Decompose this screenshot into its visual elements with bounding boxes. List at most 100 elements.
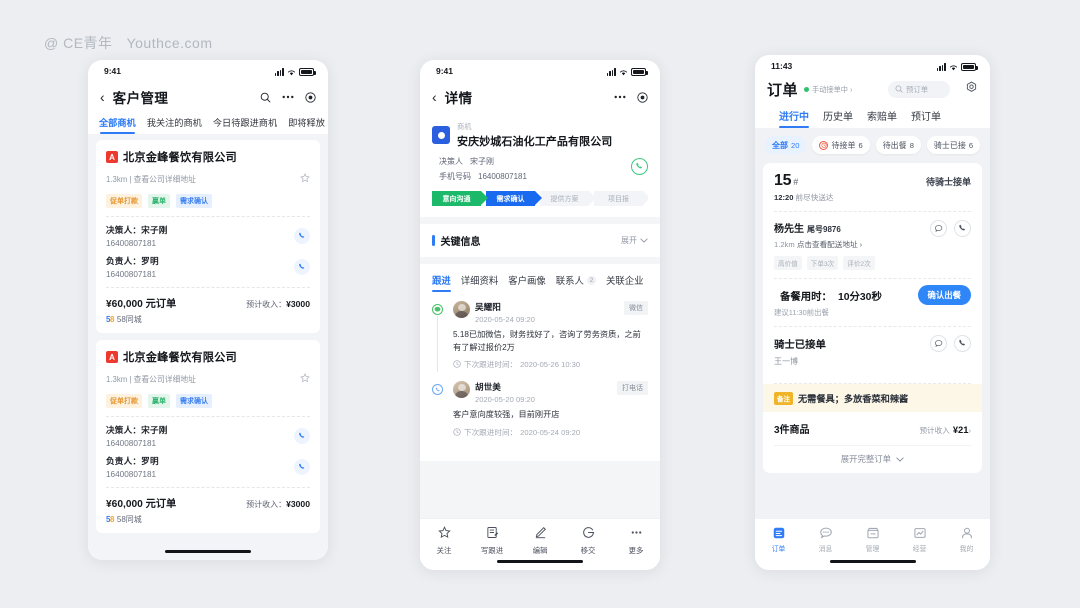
detail-tabs: 跟进 详细资料 客户画像 联系人 2 关联企业 xyxy=(420,264,660,292)
navigation-bar: ‹ 客户管理 xyxy=(88,82,328,112)
next-followup-time: 2020-05-24 09:20 xyxy=(520,428,581,438)
tab-details[interactable]: 详细资料 xyxy=(461,273,499,292)
feed-header: 胡世美 2020-05-20 09:20 打电话 xyxy=(453,381,648,404)
tab-claims[interactable]: 索赔单 xyxy=(867,108,897,128)
tag-item: 赢单 xyxy=(148,394,170,408)
chip-pending-food[interactable]: 待出餐 8 xyxy=(875,136,921,154)
order-mode-toggle[interactable]: 手动接单中 › xyxy=(804,85,852,95)
nav-profile[interactable]: 我的 xyxy=(943,525,990,553)
call-button[interactable] xyxy=(294,228,310,244)
call-button[interactable] xyxy=(631,158,648,175)
nav-business[interactable]: 经营 xyxy=(896,525,943,553)
user-icon xyxy=(959,525,974,540)
tab-followup[interactable]: 跟进 xyxy=(432,273,451,292)
star-icon[interactable] xyxy=(300,170,310,188)
expand-label: 展开完整订单 xyxy=(840,454,891,464)
company-avatar: A xyxy=(106,151,118,163)
nav-messages[interactable]: 消息 xyxy=(802,525,849,553)
nav-management[interactable]: 管理 xyxy=(849,525,896,553)
more-icon[interactable] xyxy=(282,95,294,99)
tab-related-companies[interactable]: 关联企业 xyxy=(606,273,644,292)
card-address-row[interactable]: 1.3km | 查看公司详细地址 xyxy=(106,170,310,188)
tab-today-followup[interactable]: 今日待跟进商机 xyxy=(213,115,277,134)
prep-time-section: 备餐用时： 10分30秒 建议11:30前出餐 确认出餐 xyxy=(774,279,971,318)
company-avatar: A xyxy=(106,351,118,363)
chip-all[interactable]: 全部 20 xyxy=(765,136,807,154)
target-icon[interactable] xyxy=(637,91,648,103)
tab-in-progress[interactable]: 进行中 xyxy=(779,108,809,128)
card-header: A 北京金峰餐饮有限公司 xyxy=(106,149,310,165)
feed-channel-chip: 微信 xyxy=(624,301,648,315)
chat-icon[interactable] xyxy=(930,220,947,237)
expand-key-info[interactable]: 展开 xyxy=(621,235,648,246)
delivery-distance: 1.2km xyxy=(774,240,795,249)
action-more[interactable]: 更多 xyxy=(612,526,660,556)
battery-icon xyxy=(299,68,316,76)
action-label: 关注 xyxy=(436,546,452,555)
card-address-row[interactable]: 1.3km | 查看公司详细地址 xyxy=(106,370,310,388)
back-button[interactable]: ‹ xyxy=(100,90,105,104)
call-button[interactable] xyxy=(294,428,310,444)
order-hash: # xyxy=(793,177,799,187)
goods-income: 预计收入 ¥21› xyxy=(919,424,971,436)
more-icon[interactable] xyxy=(614,95,626,99)
step-item[interactable]: 提供方案 xyxy=(540,191,596,206)
back-button[interactable]: ‹ xyxy=(432,90,437,104)
expand-order-button[interactable]: 展开完整订单 xyxy=(774,445,971,473)
target-icon[interactable] xyxy=(305,91,316,103)
decision-maker-row: 决策人 宋子刚 xyxy=(432,156,648,167)
call-icon[interactable] xyxy=(954,220,971,237)
nav-orders[interactable]: 订单 xyxy=(755,525,802,553)
tag-list: 促单打款 赢单 需求确认 xyxy=(106,194,310,208)
action-write-followup[interactable]: 写跟进 xyxy=(468,526,516,556)
contact-phone: 16400807181 xyxy=(106,439,157,448)
goods-count: 3件商品 xyxy=(774,425,810,436)
status-time: 9:41 xyxy=(436,66,454,76)
step-item[interactable]: 意向沟通 xyxy=(432,191,488,206)
tab-contacts[interactable]: 联系人 2 xyxy=(556,273,596,292)
gear-icon[interactable] xyxy=(965,81,978,99)
step-item[interactable]: 项目报 xyxy=(594,191,648,206)
wifi-icon xyxy=(619,69,628,76)
tab-customer-profile[interactable]: 客户画像 xyxy=(508,273,546,292)
order-eta: 12:20 前尽快送达 xyxy=(774,192,834,203)
tab-soon-released[interactable]: 即将释放 xyxy=(288,115,325,134)
tag-item: 需求确认 xyxy=(176,194,212,208)
key-info-section[interactable]: 关键信息 展开 xyxy=(420,224,660,257)
chip-count: 20 xyxy=(791,140,800,150)
tab-reservations[interactable]: 预订单 xyxy=(911,108,941,128)
note-badge: 备注 xyxy=(774,391,793,405)
chevron-down-icon xyxy=(640,236,648,245)
order-card[interactable]: 15 # 12:20 前尽快送达 待骑士接单 杨先生 尾号9876 1.2km 点击… xyxy=(763,163,982,473)
tab-history[interactable]: 历史单 xyxy=(823,108,853,128)
step-item[interactable]: 需求确认 xyxy=(486,191,542,206)
action-follow[interactable]: 关注 xyxy=(420,526,468,556)
page-title: 客户管理 xyxy=(112,91,169,106)
tab-followed-opportunities[interactable]: 我关注的商机 xyxy=(147,115,202,134)
tab-label: 关联企业 xyxy=(605,275,644,286)
tab-all-opportunities[interactable]: 全部商机 xyxy=(99,115,136,134)
confirm-food-ready-button[interactable]: 确认出餐 xyxy=(917,285,971,305)
delivery-address-row[interactable]: 1.2km 点击查看配送地址 › xyxy=(774,239,971,250)
star-icon[interactable] xyxy=(300,370,310,388)
orders-tabs: 进行中 历史单 索赔单 预订单 xyxy=(767,100,978,128)
chat-icon[interactable] xyxy=(930,335,947,352)
opportunity-card[interactable]: A 北京金峰餐饮有限公司 1.3km | 查看公司详细地址 促单打款 赢单 需求… xyxy=(96,140,320,333)
goods-row[interactable]: 3件商品 预计收入 ¥21› xyxy=(774,412,971,445)
call-button[interactable] xyxy=(294,259,310,275)
next-followup-label: 下次跟进时间： xyxy=(464,428,518,438)
expected-income-value: ¥3000 xyxy=(286,299,310,309)
chip-pending-accept[interactable]: 待接单 6 xyxy=(812,136,870,154)
phone-icon xyxy=(432,384,443,396)
feed-rail xyxy=(432,301,446,373)
action-transfer[interactable]: 移交 xyxy=(564,526,612,556)
action-edit[interactable]: 编辑 xyxy=(516,526,564,556)
next-followup-label: 下次跟进时间： xyxy=(464,360,518,370)
page-title: 订单 xyxy=(767,82,799,99)
chip-rider-accepted[interactable]: 骑士已接 6 xyxy=(926,136,981,154)
call-icon[interactable] xyxy=(954,335,971,352)
search-input[interactable]: 预订单 xyxy=(888,81,950,98)
opportunity-card[interactable]: A 北京金峰餐饮有限公司 1.3km | 查看公司详细地址 促单打款 赢单 需求… xyxy=(96,340,320,533)
call-button[interactable] xyxy=(294,459,310,475)
search-icon[interactable] xyxy=(260,92,271,103)
